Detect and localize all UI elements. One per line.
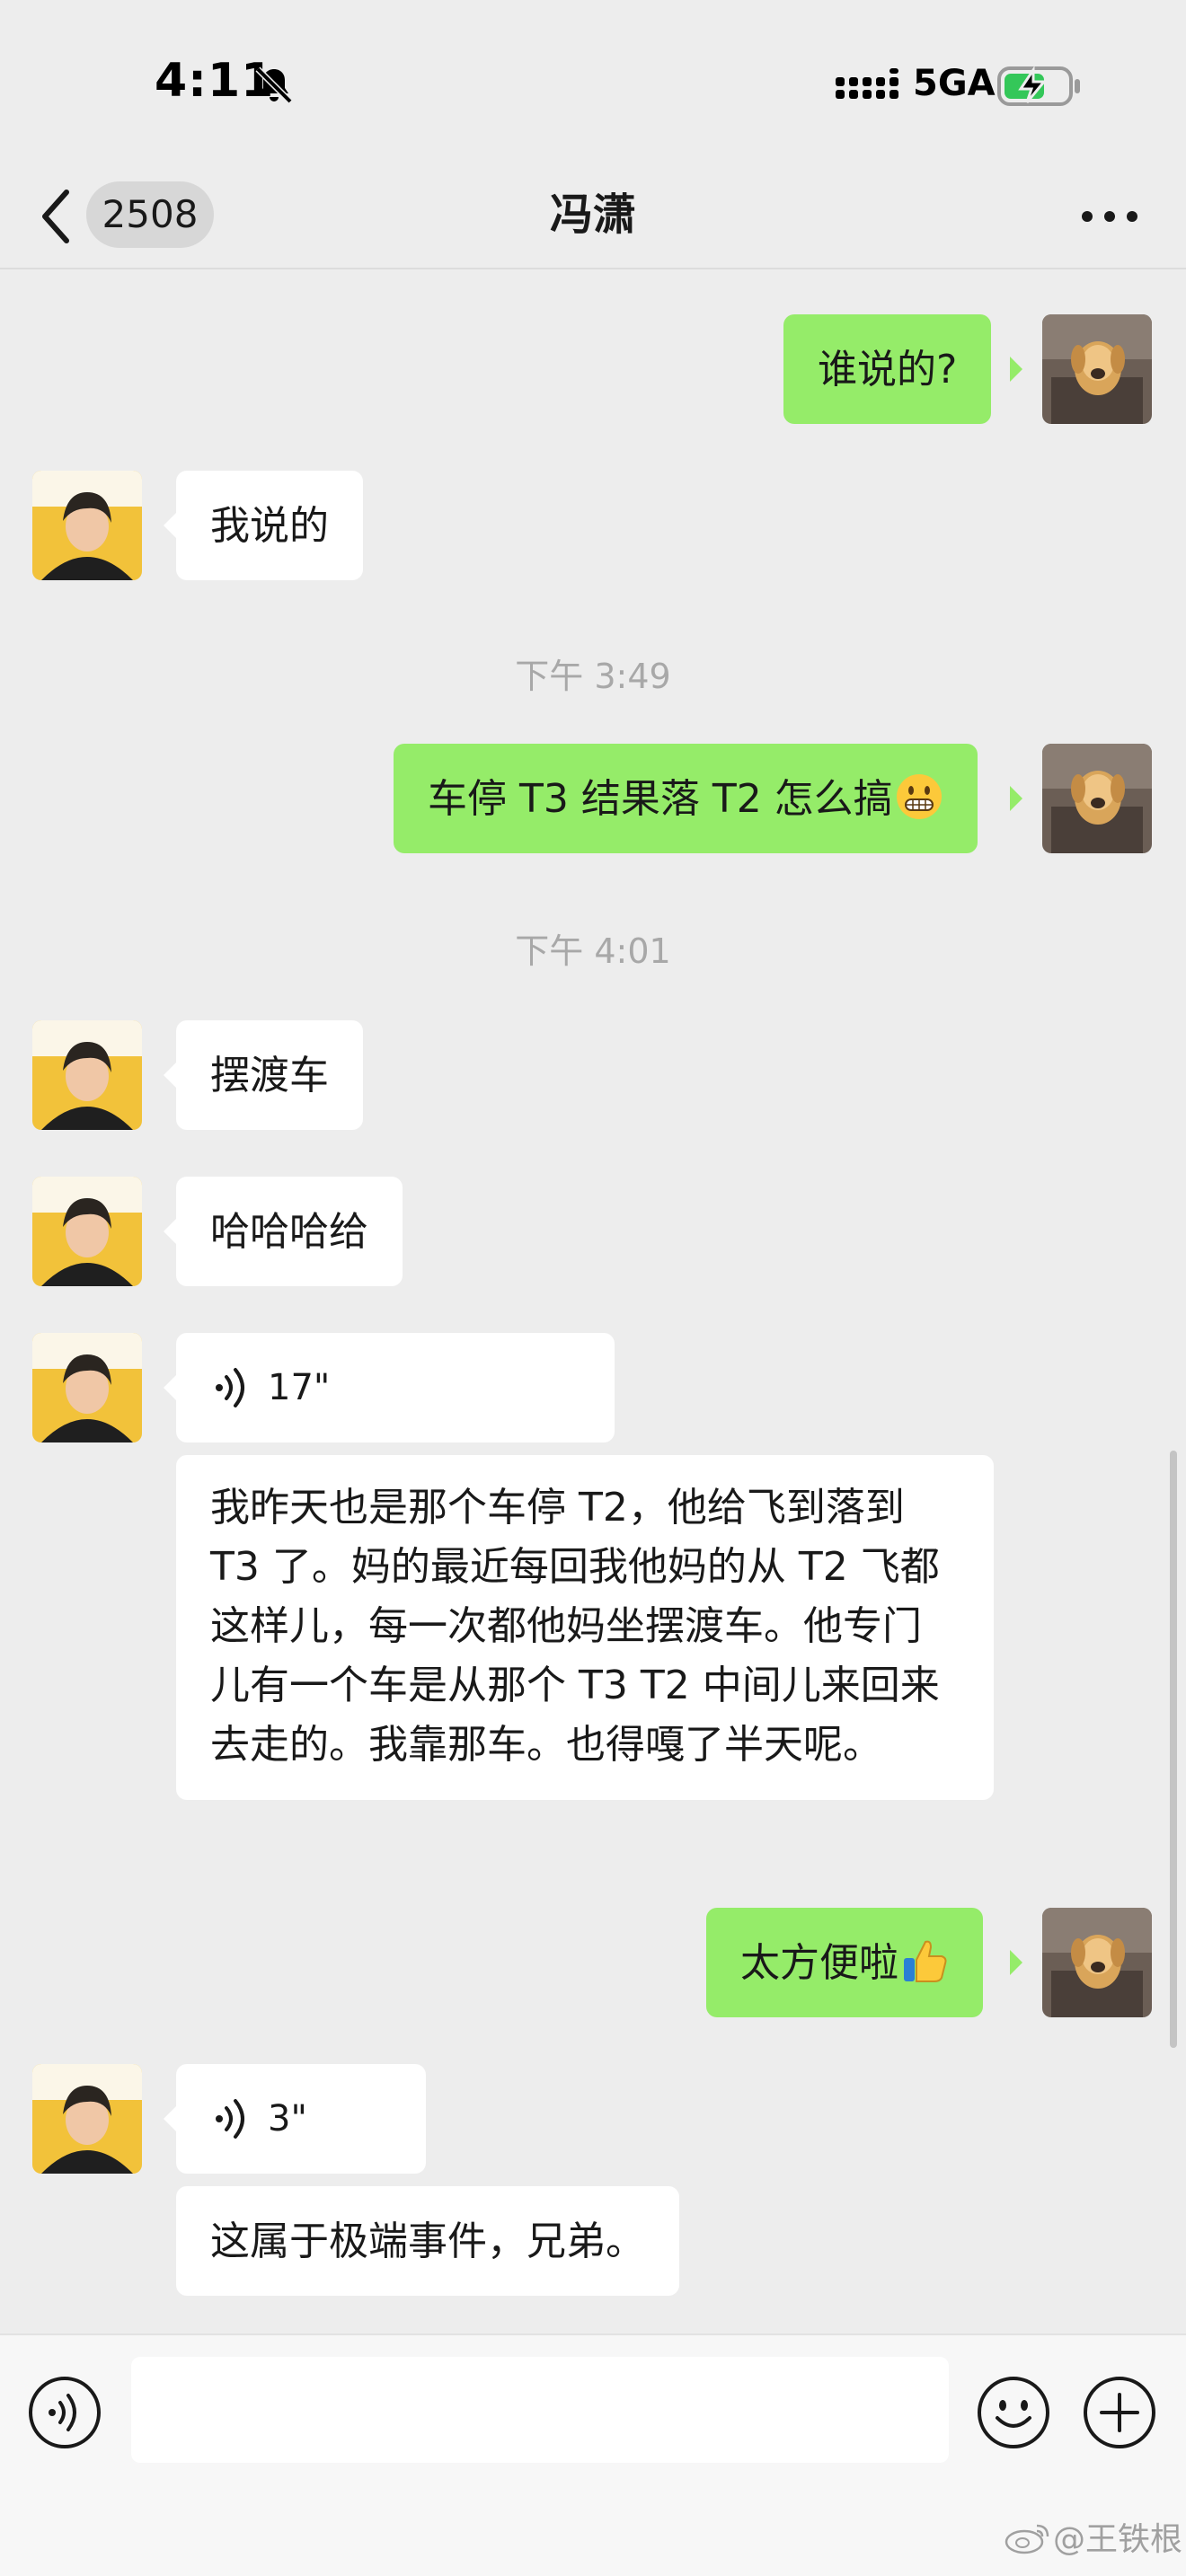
message-text: 太方便啦 (740, 1940, 898, 1986)
my-avatar[interactable] (1042, 744, 1152, 853)
transcript-text: 这属于极端事件，兄弟。 (210, 2219, 645, 2264)
bubble-tail (164, 1219, 176, 1244)
message-bubble-incoming[interactable]: 摆渡车 (176, 1020, 363, 1130)
message-text: 摆渡车 (210, 1053, 329, 1098)
weibo-icon (1005, 2524, 1049, 2554)
message-bubble-incoming[interactable]: 哈哈哈给 (176, 1177, 403, 1286)
message-bubble-outgoing[interactable]: 谁说的? (783, 314, 992, 424)
message-text: 车停 T3 结果落 T2 怎么搞 (428, 776, 893, 822)
voice-transcript[interactable]: 这属于极端事件，兄弟。 (176, 2186, 679, 2296)
bubble-tail (164, 2106, 176, 2131)
grimacing-face-emoji (896, 774, 942, 819)
bubble-tail (1010, 1950, 1022, 1975)
bubble-tail (1010, 357, 1022, 382)
watermark-text: @王铁根 (1053, 2521, 1183, 2558)
message-text: 谁说的? (818, 347, 958, 393)
message-bubble-incoming[interactable]: 我说的 (176, 471, 363, 580)
contact-avatar[interactable] (32, 2064, 142, 2174)
my-avatar[interactable] (1042, 314, 1152, 424)
voice-duration: 17" (268, 1367, 331, 1408)
timestamp: 下午 3:49 (515, 657, 671, 696)
bell-off-icon (255, 66, 293, 104)
message-text: 哈哈哈给 (210, 1209, 368, 1255)
thumbs-up-emoji (904, 1940, 947, 1982)
more-horizontal-icon[interactable] (1078, 194, 1141, 239)
message-text: 我说的 (210, 503, 329, 549)
voice-message-bubble[interactable]: 17" (176, 1333, 615, 1442)
voice-mode-icon[interactable] (27, 2375, 102, 2450)
voice-waves-icon (216, 1368, 244, 1407)
nav-bar: 2508 冯潇 (0, 171, 1186, 269)
contact-avatar[interactable] (32, 1020, 142, 1130)
contact-avatar[interactable] (32, 1177, 142, 1286)
voice-message-bubble[interactable]: 3" (176, 2064, 426, 2174)
signal-icon (836, 68, 898, 99)
bubble-tail (164, 513, 176, 538)
my-avatar[interactable] (1042, 1908, 1152, 2017)
voice-waves-icon (216, 2099, 244, 2139)
voice-transcript[interactable]: 我昨天也是那个车停 T2，他给飞到落到 T3 了。妈的最近每回我他妈的从 T2 … (176, 1455, 994, 1800)
scrollbar[interactable] (1170, 1451, 1177, 2048)
contact-avatar[interactable] (32, 1333, 142, 1442)
message-input[interactable] (131, 2357, 949, 2463)
voice-duration: 3" (268, 2098, 307, 2139)
smiley-icon[interactable] (976, 2375, 1051, 2450)
transcript-text: 我昨天也是那个车停 T2，他给飞到落到 T3 了。妈的最近每回我他妈的从 T2 … (210, 1485, 940, 1768)
plus-circle-icon[interactable] (1082, 2375, 1157, 2450)
message-bubble-outgoing[interactable]: 太方便啦 (706, 1908, 983, 2017)
contact-avatar[interactable] (32, 471, 142, 580)
battery-charging-icon (997, 66, 1080, 106)
chat-title: 冯潇 (549, 190, 636, 240)
bubble-tail (164, 1063, 176, 1088)
status-bar: 4:11 5GA (0, 0, 1186, 171)
bubble-tail (1010, 786, 1022, 811)
bubble-tail (164, 1375, 176, 1400)
message-bubble-outgoing[interactable]: 车停 T3 结果落 T2 怎么搞 (394, 744, 978, 853)
timestamp: 下午 4:01 (515, 931, 671, 971)
network-type: 5GA (913, 63, 996, 104)
